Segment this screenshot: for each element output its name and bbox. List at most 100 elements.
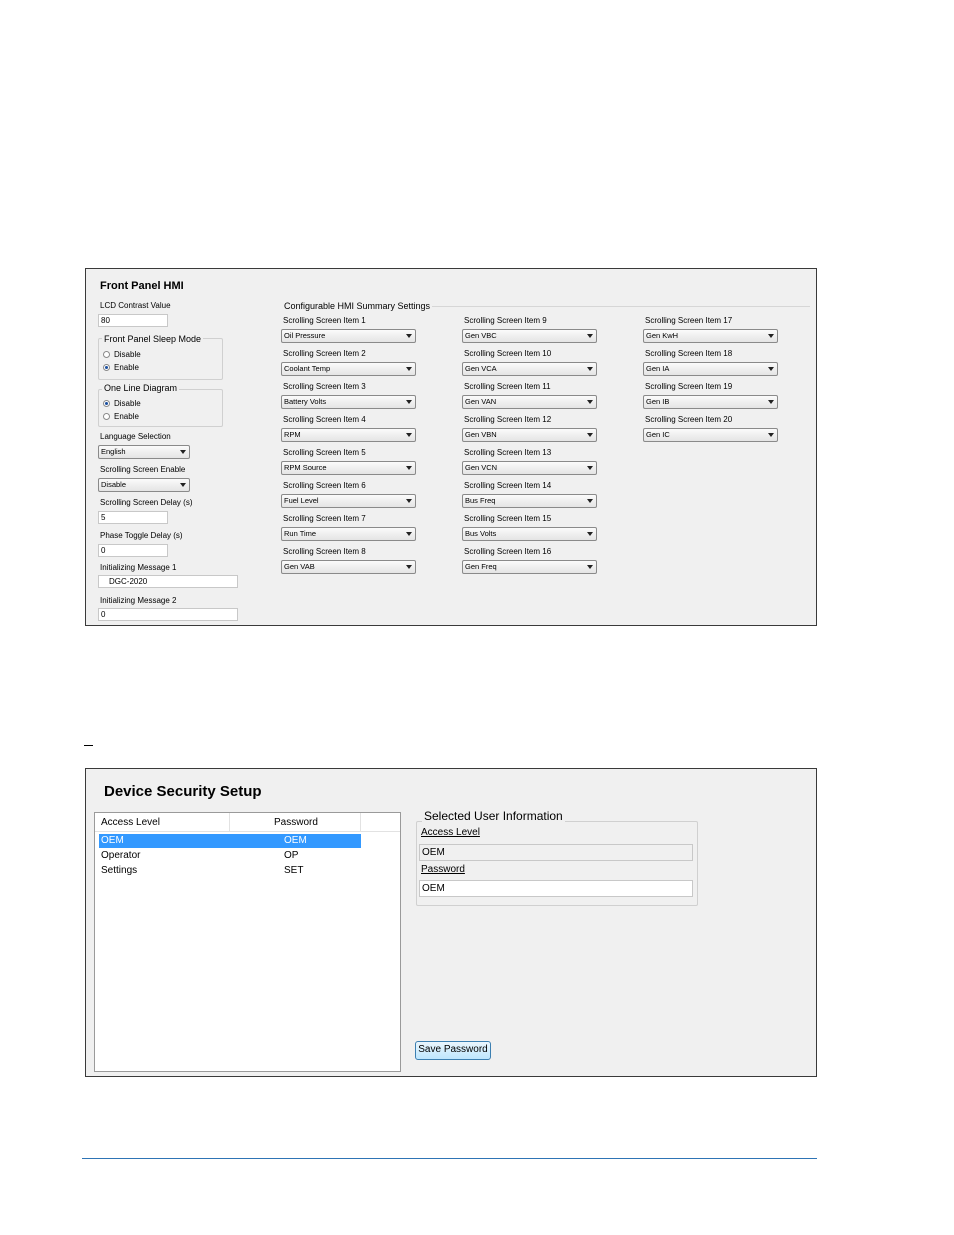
init-msg2-input[interactable]: 0 <box>98 608 238 621</box>
scrolling-item-select[interactable]: Bus Volts <box>462 527 597 541</box>
scroll-enable-select[interactable]: Disable <box>98 478 190 492</box>
row-password: SET <box>284 865 304 876</box>
lcd-contrast-input[interactable]: 80 <box>98 314 168 327</box>
sleep-enable-label: Enable <box>114 363 139 372</box>
scrolling-item-select[interactable]: RPM Source <box>281 461 416 475</box>
language-value: English <box>101 447 126 456</box>
scrolling-item-value: RPM <box>284 430 301 439</box>
scrolling-item-select[interactable]: Gen VAB <box>281 560 416 574</box>
chevron-down-icon <box>406 499 412 503</box>
oneline-disable-label: Disable <box>114 399 141 408</box>
scrolling-item-label: Scrolling Screen Item 12 <box>464 415 552 424</box>
scrolling-item-select[interactable]: Gen IA <box>643 362 778 376</box>
scrolling-item-select[interactable]: Gen VBN <box>462 428 597 442</box>
user-list[interactable]: Access Level Password OEM OEM Operator OP Se… <box>94 812 401 1072</box>
scrolling-item-value: Gen VAN <box>465 397 497 406</box>
scrolling-item-value: Gen IB <box>646 397 670 406</box>
dash-mark <box>84 745 93 746</box>
chevron-down-icon <box>406 433 412 437</box>
scrolling-item-select[interactable]: Battery Volts <box>281 395 416 409</box>
scrolling-item-select[interactable]: Gen VCA <box>462 362 597 376</box>
scrolling-item-label: Scrolling Screen Item 18 <box>645 349 733 358</box>
user-row[interactable]: Operator OP <box>99 849 361 863</box>
front-panel-hmi-panel: Front Panel HMI LCD Contrast Value 80 Fr… <box>85 268 817 626</box>
init-msg1-input[interactable]: DGC-2020 <box>98 575 238 588</box>
scrolling-item-label: Scrolling Screen Item 19 <box>645 382 733 391</box>
scrolling-item-select[interactable]: Gen Freq <box>462 560 597 574</box>
sleep-disable-radio[interactable] <box>103 351 110 358</box>
scrolling-item-select[interactable]: Gen IB <box>643 395 778 409</box>
selected-user-title: Selected User Information <box>422 809 565 823</box>
init-msg1-label: Initializing Message 1 <box>100 563 177 572</box>
scrolling-item-value: Gen VBN <box>465 430 497 439</box>
one-line-diagram-group <box>98 389 223 427</box>
chevron-down-icon <box>768 334 774 338</box>
summary-title: Configurable HMI Summary Settings <box>282 301 433 311</box>
scrolling-item-label: Scrolling Screen Item 6 <box>283 481 366 490</box>
scrolling-item-select[interactable]: Gen VCN <box>462 461 597 475</box>
scrolling-item-select[interactable]: Bus Freq <box>462 494 597 508</box>
scroll-delay-label: Scrolling Screen Delay (s) <box>100 498 193 507</box>
chevron-down-icon <box>587 433 593 437</box>
security-title: Device Security Setup <box>104 783 262 800</box>
col-password[interactable]: Password <box>274 817 318 828</box>
language-label: Language Selection <box>100 432 171 441</box>
scrolling-item-select[interactable]: Gen IC <box>643 428 778 442</box>
scrolling-item-label: Scrolling Screen Item 16 <box>464 547 552 556</box>
lcd-contrast-label: LCD Contrast Value <box>100 301 171 310</box>
user-row[interactable]: OEM OEM <box>99 834 361 848</box>
password-label: Password <box>421 864 465 875</box>
scroll-delay-input[interactable]: 5 <box>98 511 168 524</box>
scrolling-item-label: Scrolling Screen Item 9 <box>464 316 547 325</box>
phase-toggle-input[interactable]: 0 <box>98 544 168 557</box>
scrolling-item-label: Scrolling Screen Item 7 <box>283 514 366 523</box>
chevron-down-icon <box>180 450 186 454</box>
scrolling-item-select[interactable]: RPM <box>281 428 416 442</box>
scrolling-item-select[interactable]: Gen VAN <box>462 395 597 409</box>
chevron-down-icon <box>768 367 774 371</box>
scrolling-item-value: RPM Source <box>284 463 327 472</box>
scrolling-item-select[interactable]: Coolant Temp <box>281 362 416 376</box>
chevron-down-icon <box>406 466 412 470</box>
sleep-disable-label: Disable <box>114 350 141 359</box>
oneline-enable-radio[interactable] <box>103 413 110 420</box>
scrolling-item-label: Scrolling Screen Item 10 <box>464 349 552 358</box>
scrolling-item-value: Gen VAB <box>284 562 315 571</box>
scrolling-item-select[interactable]: Gen VBC <box>462 329 597 343</box>
scrolling-item-label: Scrolling Screen Item 15 <box>464 514 552 523</box>
one-line-diagram-title: One Line Diagram <box>102 383 180 393</box>
scrolling-item-select[interactable]: Run Time <box>281 527 416 541</box>
scrolling-item-label: Scrolling Screen Item 17 <box>645 316 733 325</box>
chevron-down-icon <box>768 433 774 437</box>
chevron-down-icon <box>406 532 412 536</box>
scrolling-item-value: Run Time <box>284 529 317 538</box>
col-divider <box>229 813 230 831</box>
scrolling-item-select[interactable]: Fuel Level <box>281 494 416 508</box>
chevron-down-icon <box>587 499 593 503</box>
chevron-down-icon <box>406 334 412 338</box>
chevron-down-icon <box>587 334 593 338</box>
scrolling-item-value: Bus Freq <box>465 496 496 505</box>
hmi-title: Front Panel HMI <box>100 280 184 292</box>
device-security-panel: Device Security Setup Access Level Passw… <box>85 768 817 1077</box>
col-divider <box>360 813 361 831</box>
language-select[interactable]: English <box>98 445 190 459</box>
chevron-down-icon <box>180 483 186 487</box>
password-input[interactable]: OEM <box>419 880 693 897</box>
save-password-button[interactable]: Save Password <box>415 1041 491 1060</box>
scrolling-item-value: Gen IA <box>646 364 670 373</box>
user-row[interactable]: Settings SET <box>99 864 361 878</box>
col-access-level[interactable]: Access Level <box>101 817 160 828</box>
scrolling-item-value: Gen Freq <box>465 562 497 571</box>
scrolling-item-select[interactable]: Gen KwH <box>643 329 778 343</box>
scrolling-item-select[interactable]: Oil Pressure <box>281 329 416 343</box>
phase-toggle-label: Phase Toggle Delay (s) <box>100 531 183 540</box>
chevron-down-icon <box>587 466 593 470</box>
row-access-level: Settings <box>101 865 138 876</box>
sleep-mode-title: Front Panel Sleep Mode <box>102 334 204 344</box>
list-header: Access Level Password <box>95 813 400 832</box>
sleep-enable-radio[interactable] <box>103 364 110 371</box>
oneline-disable-radio[interactable] <box>103 400 110 407</box>
scrolling-item-label: Scrolling Screen Item 14 <box>464 481 552 490</box>
scrolling-item-label: Scrolling Screen Item 3 <box>283 382 366 391</box>
